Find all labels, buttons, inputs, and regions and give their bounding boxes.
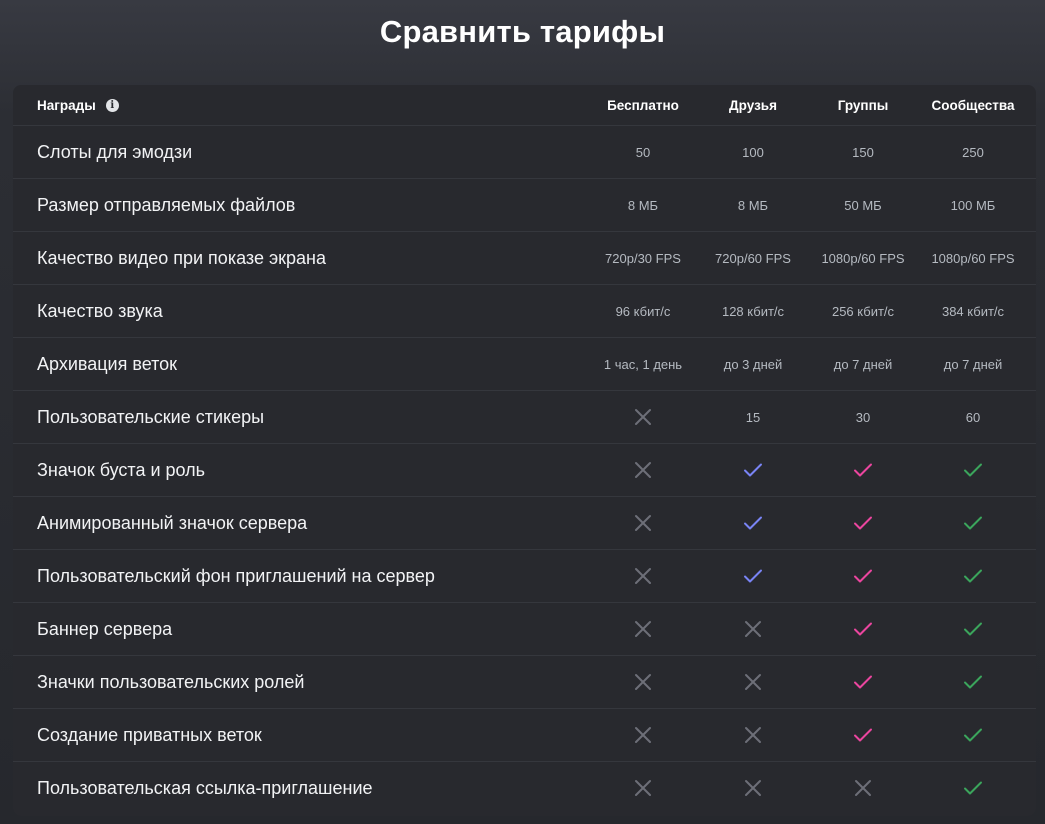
check-icon	[808, 568, 918, 584]
feature-label: Значок буста и роль	[37, 459, 206, 480]
value-friends: 128 кбит/с	[721, 303, 785, 319]
table-row: Качество видео при показе экрана 720p/30 …	[13, 231, 1036, 284]
cross-icon	[588, 726, 698, 744]
table-row: Архивация веток 1 час, 1 день до 3 дней до …	[13, 337, 1036, 390]
plan-header-communities: Сообщества	[931, 97, 1015, 113]
check-icon	[808, 621, 918, 637]
cross-icon	[588, 567, 698, 585]
check-icon	[808, 674, 918, 690]
check-icon	[918, 568, 1028, 584]
value-groups: 50 МБ	[844, 197, 882, 213]
value-free: 720p/30 FPS	[605, 250, 681, 266]
cross-icon	[588, 514, 698, 532]
cross-icon	[588, 408, 698, 426]
cross-icon	[808, 779, 918, 797]
table-row: Баннер сервера	[13, 602, 1036, 655]
table-body: Слоты для эмодзи 50 100 150 250 Размер отправ…	[13, 125, 1036, 814]
value-communities: 250	[962, 144, 984, 160]
table-row: Пользовательские стикеры 15 30 60	[13, 390, 1036, 443]
value-groups: до 7 дней	[833, 356, 893, 372]
table-row: Качество звука 96 кбит/с 128 кбит/с 256 кби…	[13, 284, 1036, 337]
feature-label: Архивация веток	[37, 353, 178, 374]
value-groups: 30	[855, 409, 871, 425]
value-communities: 1080p/60 FPS	[931, 250, 1015, 266]
info-icon[interactable]: i	[105, 98, 119, 112]
cross-icon	[588, 461, 698, 479]
cross-icon	[698, 673, 808, 691]
cross-icon	[698, 620, 808, 638]
cross-icon	[698, 726, 808, 744]
value-communities: 100 МБ	[950, 197, 996, 213]
feature-label: Пользовательский фон приглашений на серв…	[37, 565, 435, 586]
check-icon	[918, 727, 1028, 743]
cross-icon	[698, 779, 808, 797]
value-friends: 15	[745, 409, 761, 425]
value-friends: 720p/60 FPS	[715, 250, 791, 266]
cross-icon	[588, 673, 698, 691]
table-row: Слоты для эмодзи 50 100 150 250	[13, 125, 1036, 178]
check-icon	[808, 727, 918, 743]
check-icon	[698, 515, 808, 531]
page-title: Сравнить тарифы	[379, 14, 666, 49]
check-icon	[808, 515, 918, 531]
value-friends: 8 МБ	[737, 197, 769, 213]
comparison-table: Награды i Бесплатно Друзья Группы Сообще…	[13, 85, 1036, 816]
value-free: 8 МБ	[627, 197, 659, 213]
feature-label: Качество звука	[37, 300, 163, 321]
value-free: 96 кбит/с	[615, 303, 671, 319]
rewards-header: Награды i	[13, 98, 588, 113]
check-icon	[698, 568, 808, 584]
rewards-header-label: Награды	[37, 97, 96, 113]
table-row: Пользовательская ссылка-приглашение	[13, 761, 1036, 814]
value-communities: 60	[965, 409, 981, 425]
feature-label: Пользовательская ссылка-приглашение	[37, 777, 373, 798]
feature-label: Качество видео при показе экрана	[37, 247, 326, 268]
value-free: 1 час, 1 день	[603, 356, 683, 372]
plan-header-groups: Группы	[837, 97, 889, 113]
plan-header-free: Бесплатно	[607, 97, 679, 113]
check-icon	[698, 462, 808, 478]
check-icon	[808, 462, 918, 478]
value-groups: 150	[852, 144, 874, 160]
value-friends: до 3 дней	[723, 356, 783, 372]
table-row: Создание приватных веток	[13, 708, 1036, 761]
value-friends: 100	[742, 144, 764, 160]
check-icon	[918, 780, 1028, 796]
check-icon	[918, 621, 1028, 637]
check-icon	[918, 515, 1028, 531]
check-icon	[918, 462, 1028, 478]
table-header-row: Награды i Бесплатно Друзья Группы Сообще…	[13, 85, 1036, 125]
value-free: 50	[635, 144, 651, 160]
feature-label: Создание приватных веток	[37, 724, 262, 745]
feature-label: Анимированный значок сервера	[37, 512, 308, 533]
table-row: Значок буста и роль	[13, 443, 1036, 496]
value-communities: 384 кбит/с	[941, 303, 1005, 319]
value-communities: до 7 дней	[943, 356, 1003, 372]
cross-icon	[588, 779, 698, 797]
plan-header-friends: Друзья	[729, 97, 777, 113]
value-groups: 1080p/60 FPS	[821, 250, 905, 266]
feature-label: Баннер сервера	[37, 618, 173, 639]
check-icon	[918, 674, 1028, 690]
table-row: Размер отправляемых файлов 8 МБ 8 МБ 50 МБ 1…	[13, 178, 1036, 231]
table-row: Значки пользовательских ролей	[13, 655, 1036, 708]
feature-label: Значки пользовательских ролей	[37, 671, 305, 692]
feature-label: Пользовательские стикеры	[37, 406, 265, 427]
feature-label: Размер отправляемых файлов	[37, 194, 296, 215]
table-row: Анимированный значок сервера	[13, 496, 1036, 549]
value-groups: 256 кбит/с	[831, 303, 895, 319]
feature-label: Слоты для эмодзи	[37, 141, 193, 162]
cross-icon	[588, 620, 698, 638]
table-row: Пользовательский фон приглашений на серв…	[13, 549, 1036, 602]
